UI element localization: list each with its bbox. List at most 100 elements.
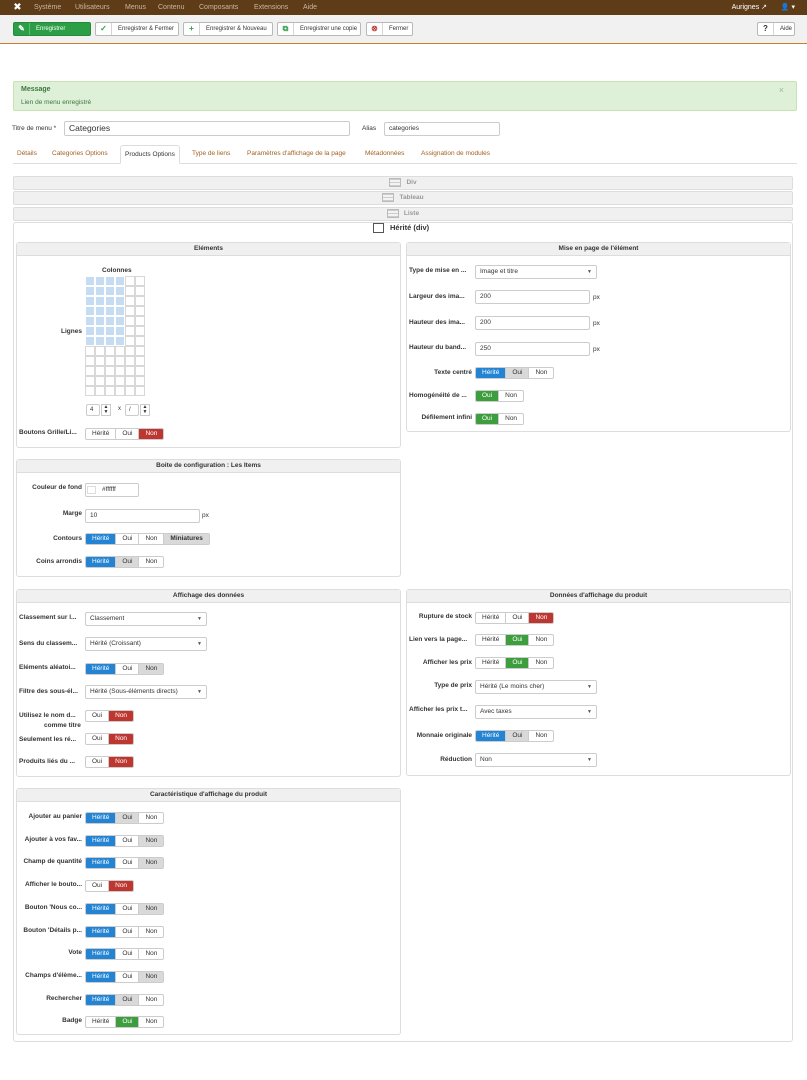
grid-cell[interactable] <box>135 346 145 356</box>
tab-metadonnees[interactable]: Métadonnées <box>361 145 408 164</box>
carac-option[interactable]: Hérité <box>86 949 117 959</box>
rows-columns-grid[interactable] <box>85 276 145 396</box>
carac-option[interactable]: Oui <box>116 904 140 914</box>
texte-centre-toggle[interactable]: Hérité Oui Non <box>475 367 555 379</box>
grid-cell[interactable] <box>85 376 95 386</box>
grid-cell[interactable] <box>135 386 145 396</box>
grid-cell[interactable] <box>115 386 125 396</box>
grid-cell[interactable] <box>135 326 145 336</box>
buttons-grid-toggle[interactable]: Hérité Oui Non <box>85 428 165 440</box>
grid-cell[interactable] <box>115 296 125 306</box>
grid-cell[interactable] <box>125 336 135 346</box>
carac-option[interactable]: Hérité <box>86 927 117 937</box>
carac-toggle[interactable]: Hérité Oui Non <box>85 903 165 915</box>
grid-cell[interactable] <box>125 326 135 336</box>
cols-input[interactable]: / <box>125 404 139 416</box>
grid-cell[interactable] <box>85 306 95 316</box>
grid-cell[interactable] <box>135 306 145 316</box>
grid-cell[interactable] <box>105 276 115 286</box>
carac-option[interactable]: Hérité <box>86 995 117 1005</box>
classement-select[interactable]: Classement ▼ <box>85 612 207 626</box>
carac-option[interactable]: Oui <box>116 995 140 1005</box>
grid-cell[interactable] <box>85 346 95 356</box>
cols-stepper[interactable]: ▲ ▼ <box>140 404 150 416</box>
grid-cell[interactable] <box>125 356 135 366</box>
grid-cell[interactable] <box>135 296 145 306</box>
grid-cell[interactable] <box>85 366 95 376</box>
carac-toggle[interactable]: Oui Non <box>85 880 135 892</box>
carac-option[interactable]: Non <box>139 995 163 1005</box>
produits-lies-toggle[interactable]: Oui Non <box>85 756 135 768</box>
carac-option[interactable]: Hérité <box>86 836 117 846</box>
grid-cell[interactable] <box>115 276 125 286</box>
grid-cell[interactable] <box>85 316 95 326</box>
carac-option[interactable]: Non <box>109 881 134 891</box>
save-close-button[interactable]: ✓ Enregistrer & Fermer <box>95 22 179 36</box>
carac-toggle[interactable]: Hérité Oui Non <box>85 812 165 824</box>
grid-cell[interactable] <box>105 386 115 396</box>
menu-composants[interactable]: Composants <box>199 3 238 12</box>
tab-details[interactable]: Détails <box>13 145 41 164</box>
carac-toggle[interactable]: Hérité Oui Non <box>85 857 165 869</box>
type-prix-select[interactable]: Hérité (Le moins cher) ▼ <box>475 680 597 694</box>
save-new-button[interactable]: + Enregistrer & Nouveau <box>183 22 273 36</box>
carac-toggle[interactable]: Hérité Oui Non <box>85 835 165 847</box>
prix-toggle[interactable]: Hérité Oui Non <box>475 657 555 669</box>
grid-cell[interactable] <box>115 356 125 366</box>
nom-toggle[interactable]: Oui Non <box>85 710 135 722</box>
grid-cell[interactable] <box>95 376 105 386</box>
grid-cell[interactable] <box>105 336 115 346</box>
coins-toggle[interactable]: Hérité Oui Non <box>85 556 165 568</box>
grid-cell[interactable] <box>115 326 125 336</box>
grid-cell[interactable] <box>95 326 105 336</box>
grid-cell[interactable] <box>105 376 115 386</box>
grid-cell[interactable] <box>85 276 95 286</box>
grid-cell[interactable] <box>125 346 135 356</box>
rows-input[interactable]: 4 <box>86 404 100 416</box>
grid-cell[interactable] <box>125 306 135 316</box>
site-link[interactable]: Aurignes ↗ <box>732 3 767 11</box>
grid-cell[interactable] <box>105 326 115 336</box>
carac-option[interactable]: Oui <box>116 836 140 846</box>
grid-cell[interactable] <box>135 316 145 326</box>
prix-taxes-select[interactable]: Avec taxes ▼ <box>475 705 597 719</box>
menu-systeme[interactable]: Système <box>34 3 61 12</box>
grid-cell[interactable] <box>105 346 115 356</box>
grid-cell[interactable] <box>95 386 105 396</box>
lien-toggle[interactable]: Hérité Oui Non <box>475 634 555 646</box>
carac-option[interactable]: Oui <box>116 813 140 823</box>
marge-input[interactable]: 10 <box>85 509 200 523</box>
grid-cell[interactable] <box>125 296 135 306</box>
color-swatch[interactable] <box>87 486 96 494</box>
grid-cell[interactable] <box>115 306 125 316</box>
grid-cell[interactable] <box>95 346 105 356</box>
grid-cell[interactable] <box>85 326 95 336</box>
bandeau-input[interactable]: 250 <box>475 342 590 356</box>
grid-cell[interactable] <box>85 286 95 296</box>
grid-cell[interactable] <box>125 286 135 296</box>
alias-input[interactable]: categories <box>384 122 500 136</box>
grid-cell[interactable] <box>125 376 135 386</box>
help-button[interactable]: ? Aide <box>757 22 795 36</box>
grid-cell[interactable] <box>95 276 105 286</box>
menu-contenu[interactable]: Contenu <box>158 3 184 12</box>
carac-option[interactable]: Non <box>139 904 164 914</box>
title-input[interactable]: Categories <box>64 121 350 136</box>
rupture-toggle[interactable]: Hérité Oui Non <box>475 612 555 624</box>
menu-menus[interactable]: Menus <box>125 3 146 12</box>
carac-option[interactable]: Oui <box>116 949 140 959</box>
user-menu[interactable]: 👤 ▾ <box>781 3 795 11</box>
grid-cell[interactable] <box>125 316 135 326</box>
carac-option[interactable]: Hérité <box>86 904 117 914</box>
carac-option[interactable]: Hérité <box>86 813 117 823</box>
reduction-select[interactable]: Non ▼ <box>475 753 597 767</box>
joomla-logo-icon[interactable]: ✖ <box>12 2 23 13</box>
carac-option[interactable]: Oui <box>116 927 140 937</box>
defilement-toggle[interactable]: Oui Non <box>475 413 525 425</box>
grid-cell[interactable] <box>95 286 105 296</box>
close-button[interactable]: ⊗ Fermer <box>366 22 413 36</box>
grid-cell[interactable] <box>85 386 95 396</box>
menu-utilisateurs[interactable]: Utilisateurs <box>75 3 110 12</box>
grid-cell[interactable] <box>95 336 105 346</box>
aleatoire-toggle[interactable]: Hérité Oui Non <box>85 663 165 675</box>
